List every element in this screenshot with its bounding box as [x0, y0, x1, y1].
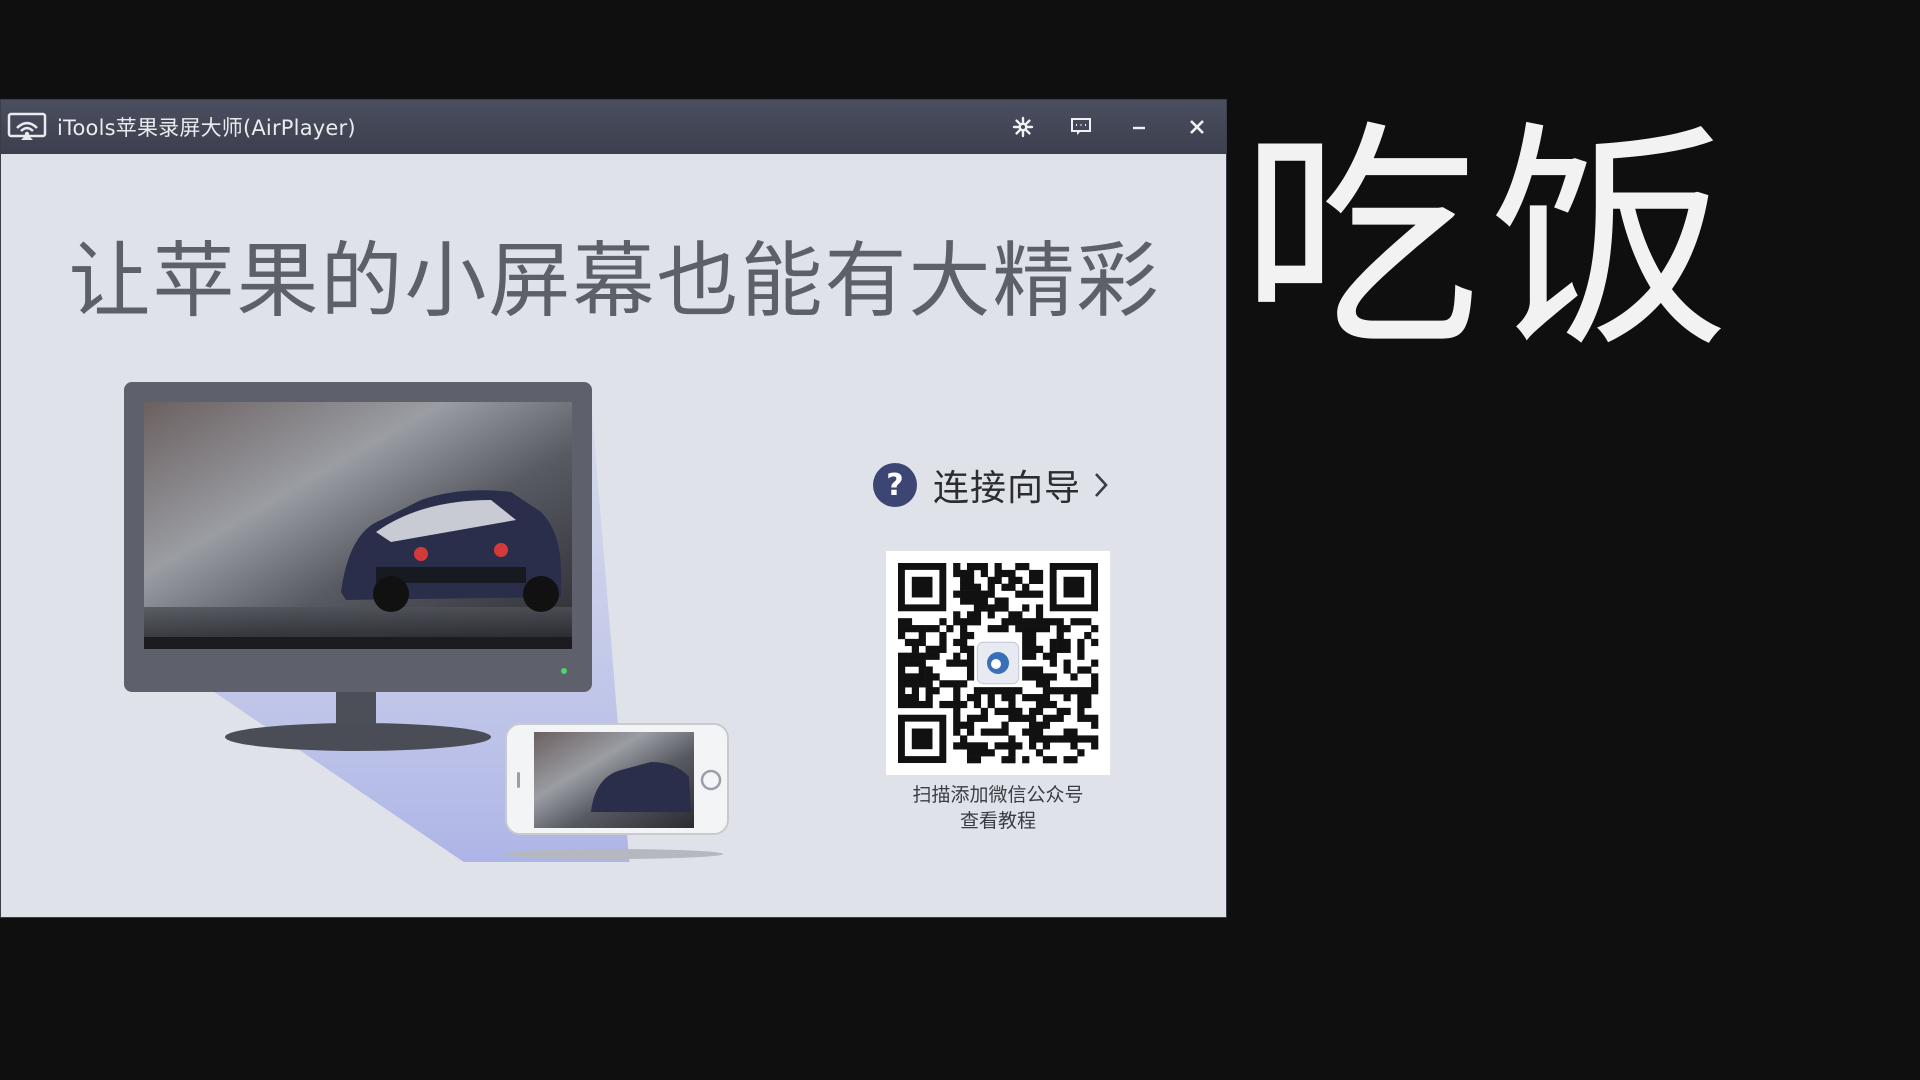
- airplay-wifi-icon: [7, 112, 47, 140]
- close-icon: [1190, 120, 1204, 134]
- window-controls: [994, 100, 1226, 154]
- minimize-icon: [1133, 126, 1145, 130]
- mirroring-illustration: [124, 382, 729, 862]
- app-window: iTools苹果录屏大师(AirPlayer) 让苹果的小屏幕也能有大精彩 ? …: [0, 99, 1227, 918]
- connection-guide-label: 连接向导: [933, 468, 1082, 509]
- minimize-button[interactable]: [1110, 100, 1168, 154]
- help-icon: ?: [873, 463, 917, 507]
- feedback-button[interactable]: [1052, 100, 1110, 154]
- window-title: iTools苹果录屏大师(AirPlayer): [57, 116, 356, 140]
- main-content: 让苹果的小屏幕也能有大精彩 ? 连接向导 扫描添加微信公众号 查看教程: [1, 154, 1226, 917]
- gear-icon: [1012, 116, 1034, 138]
- message-icon: [1071, 118, 1091, 135]
- screen: iTools苹果录屏大师(AirPlayer) 让苹果的小屏幕也能有大精彩 ? …: [0, 0, 1920, 1080]
- chevron-right-icon: [1095, 473, 1108, 497]
- wechat-qr-code[interactable]: [886, 551, 1110, 775]
- title-bar[interactable]: iTools苹果录屏大师(AirPlayer): [1, 100, 1226, 154]
- headline: 让苹果的小屏幕也能有大精彩: [68, 234, 1161, 329]
- qr-caption-line1: 扫描添加微信公众号: [912, 784, 1084, 806]
- qr-caption-line2: 查看教程: [959, 810, 1036, 832]
- settings-button[interactable]: [994, 100, 1052, 154]
- close-button[interactable]: [1168, 100, 1226, 154]
- qr-caption: 扫描添加微信公众号 查看教程: [856, 782, 1140, 834]
- overlay-caption: 吃饭: [1240, 100, 1741, 380]
- connection-guide-link[interactable]: ? 连接向导: [873, 459, 1109, 511]
